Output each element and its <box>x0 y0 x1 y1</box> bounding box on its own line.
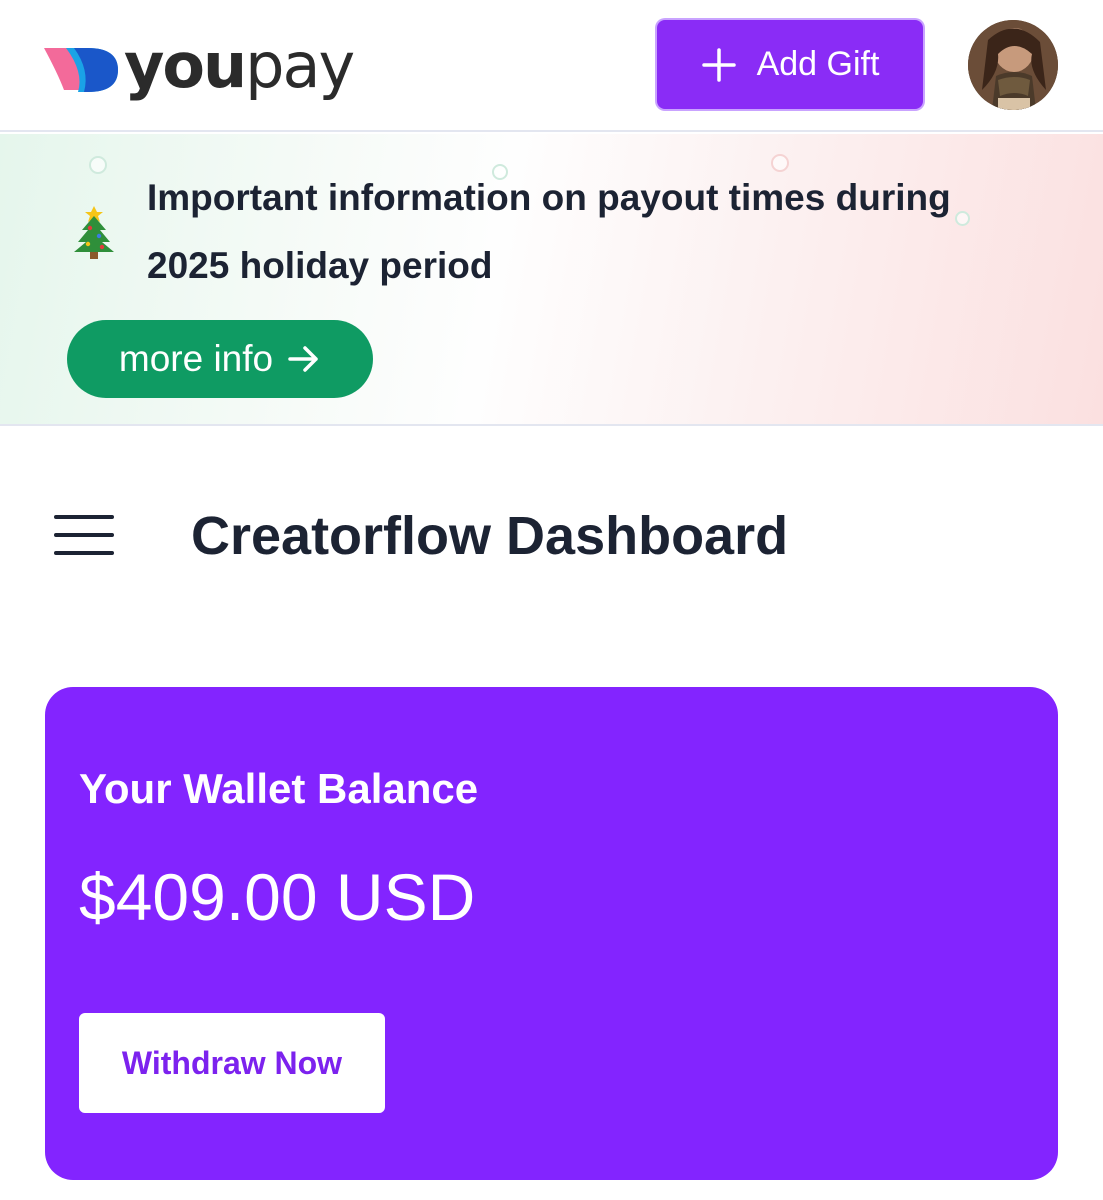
page: youpay Add Gift Important information on… <box>0 0 1103 1200</box>
christmas-tree-icon <box>74 206 114 259</box>
top-header: youpay Add Gift <box>0 0 1103 132</box>
banner-message: Important information on payout times du… <box>147 177 951 286</box>
add-gift-label: Add Gift <box>756 45 880 83</box>
wallet-balance-card: Your Wallet Balance $409.00 USD Withdraw… <box>45 687 1058 1180</box>
wallet-balance-label: Your Wallet Balance <box>79 765 479 812</box>
wallet-balance-amount: $409.00 USD <box>79 860 476 934</box>
user-avatar[interactable] <box>968 20 1058 110</box>
holiday-banner: Important information on payout times du… <box>0 134 1103 426</box>
youpay-logo-mark-icon <box>44 48 118 92</box>
more-info-label: more info <box>118 338 274 379</box>
logo-text: youpay <box>124 29 355 102</box>
withdraw-now-button[interactable]: Withdraw Now <box>79 1013 385 1113</box>
more-info-button[interactable]: more info <box>67 320 373 398</box>
hamburger-menu-icon[interactable] <box>54 513 114 557</box>
avatar-photo-icon <box>968 20 1058 110</box>
page-title: Creatorflow Dashboard <box>191 506 789 566</box>
ornament-dot <box>89 156 107 174</box>
add-gift-button[interactable]: Add Gift <box>657 20 923 109</box>
arrow-right-icon <box>288 346 318 372</box>
youpay-logo[interactable]: youpay <box>44 29 355 102</box>
plus-icon <box>701 47 736 82</box>
